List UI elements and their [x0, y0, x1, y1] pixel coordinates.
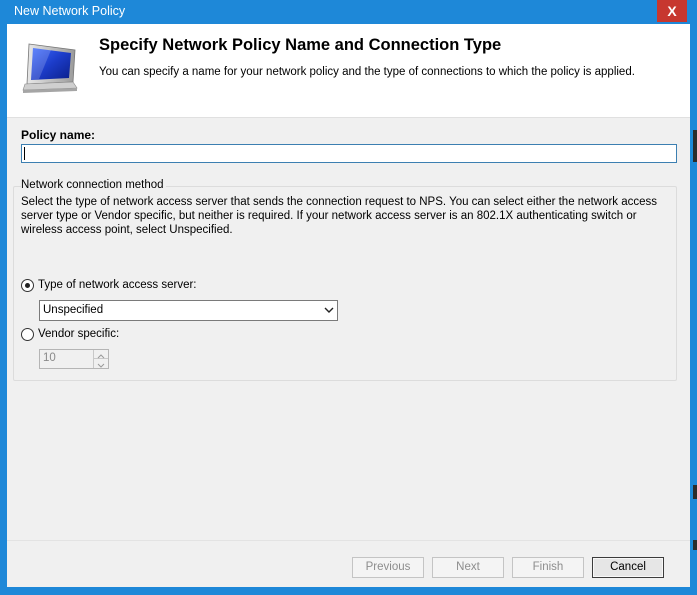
- policy-name-label: Policy name:: [21, 128, 96, 142]
- spinner-buttons: [93, 350, 108, 368]
- header-divider: [7, 117, 690, 118]
- close-icon: X: [667, 3, 677, 19]
- type-of-server-radio[interactable]: [21, 279, 34, 292]
- spin-down-button[interactable]: [94, 359, 108, 368]
- vendor-code-value: 10: [43, 352, 56, 364]
- close-button[interactable]: X: [657, 0, 687, 22]
- dialog-body: Specify Network Policy Name and Connecti…: [7, 24, 690, 587]
- page-title: Specify Network Policy Name and Connecti…: [99, 36, 502, 54]
- connection-method-description: Select the type of network access server…: [21, 196, 658, 236]
- background-window-edge: [693, 130, 697, 162]
- page-subtitle: You can specify a name for your network …: [99, 66, 635, 78]
- monitor-icon: [22, 43, 78, 93]
- footer-divider: [7, 540, 690, 541]
- connection-method-legend: Network connection method: [21, 179, 166, 191]
- next-button[interactable]: Next: [432, 557, 504, 578]
- title-bar[interactable]: New Network Policy X: [0, 0, 697, 24]
- previous-button[interactable]: Previous: [352, 557, 424, 578]
- finish-button[interactable]: Finish: [512, 557, 584, 578]
- server-type-select[interactable]: Unspecified: [39, 300, 338, 321]
- spin-up-button[interactable]: [94, 350, 108, 359]
- type-of-server-label[interactable]: Type of network access server:: [38, 279, 197, 291]
- background-window-edge: [693, 485, 697, 499]
- cancel-button[interactable]: Cancel: [592, 557, 664, 578]
- server-type-value: Unspecified: [43, 304, 104, 316]
- window-title: New Network Policy: [14, 4, 126, 18]
- chevron-down-icon: [324, 307, 334, 313]
- background-window-edge: [693, 540, 697, 550]
- window-border-right: [690, 24, 697, 595]
- chevron-down-small-icon: [97, 363, 105, 368]
- policy-name-input[interactable]: [21, 144, 677, 163]
- text-caret: [24, 147, 25, 160]
- dialog-window: New Network Policy X Specify Network Pol…: [0, 0, 697, 595]
- vendor-specific-label[interactable]: Vendor specific:: [38, 328, 119, 340]
- vendor-specific-radio[interactable]: [21, 328, 34, 341]
- wizard-header: Specify Network Policy Name and Connecti…: [7, 24, 690, 117]
- vendor-code-spinner[interactable]: 10: [39, 349, 109, 369]
